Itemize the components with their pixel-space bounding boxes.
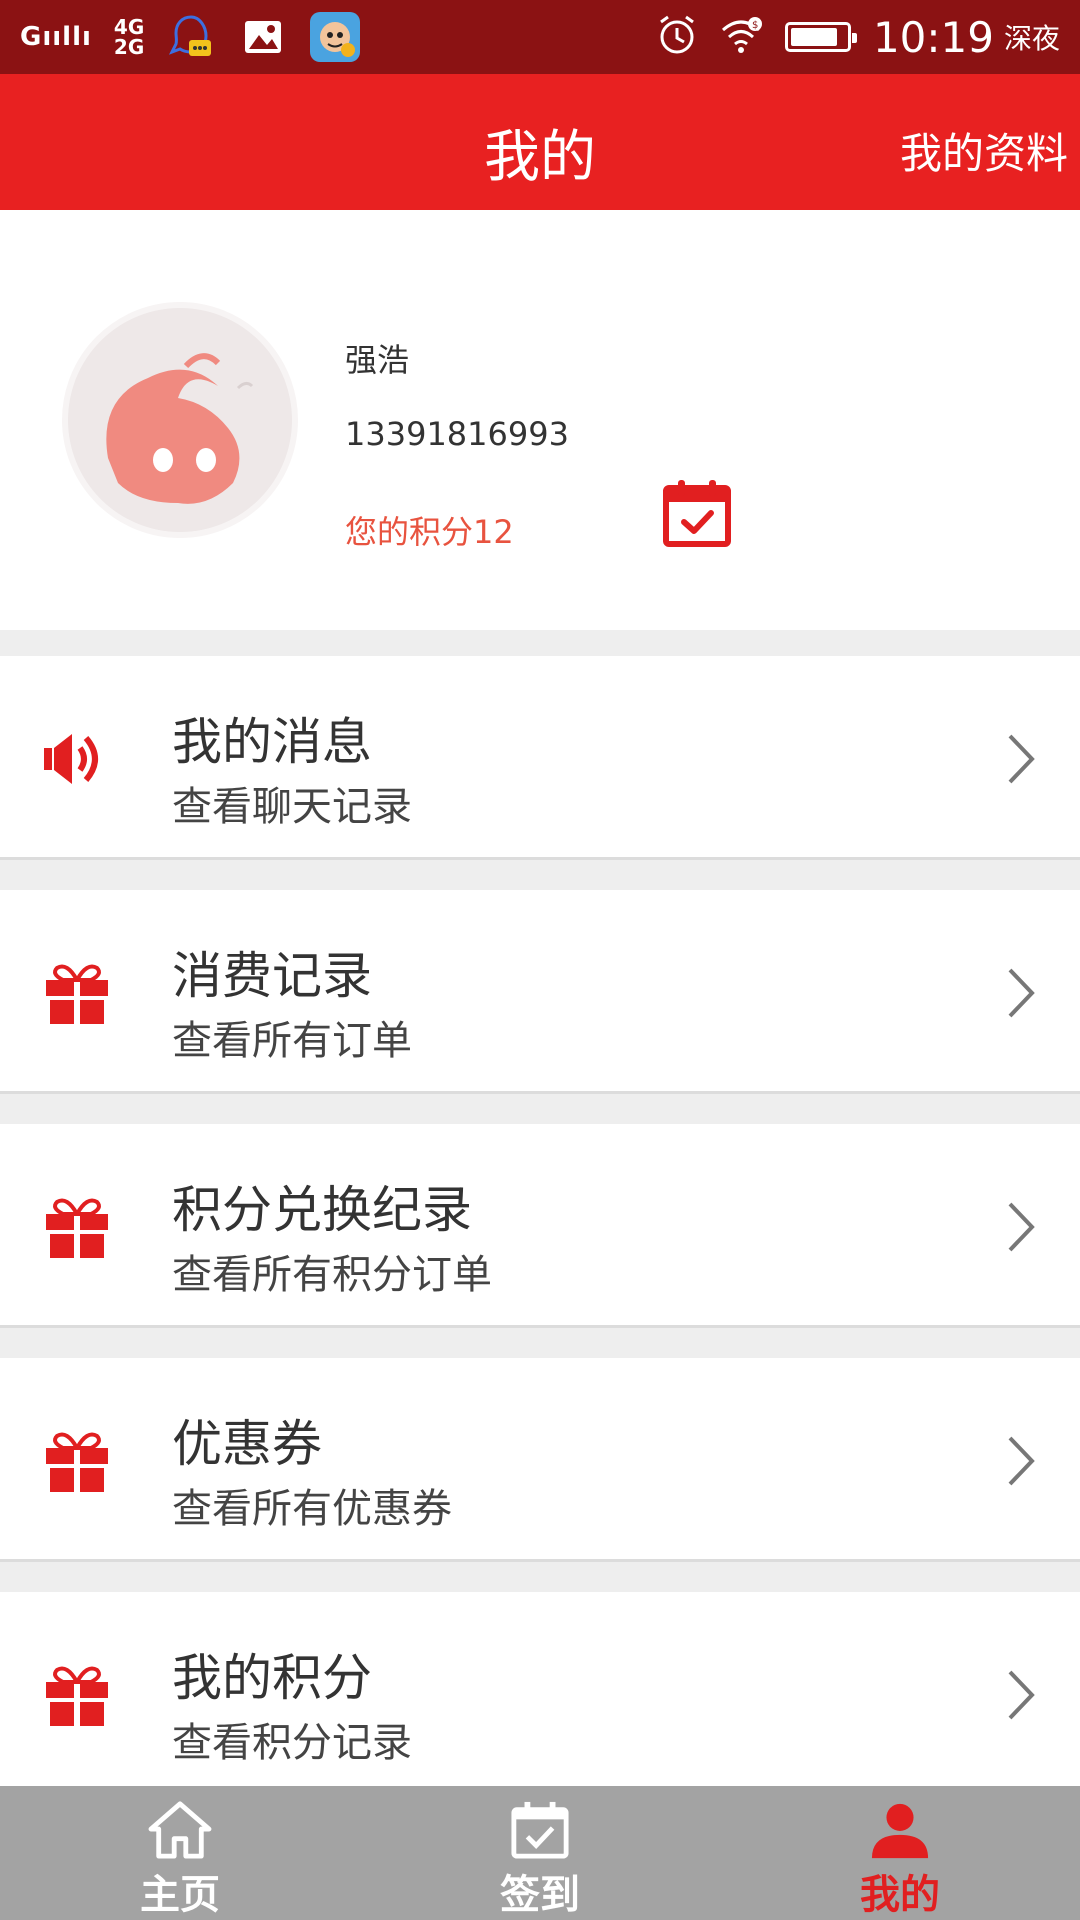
menu-item-subtitle: 查看所有订单 bbox=[172, 1018, 412, 1064]
menu-item-title: 我的积分 bbox=[172, 1649, 372, 1707]
network-indicator: 4G 2G bbox=[114, 17, 144, 57]
my-profile-link[interactable]: 我的资料 bbox=[900, 120, 1068, 181]
tab-label: 主页 bbox=[140, 1872, 220, 1918]
night-label: 深夜 bbox=[1003, 22, 1060, 55]
menu-item-points-exchange[interactable]: 积分兑换纪录 查看所有积分订单 bbox=[0, 1124, 1080, 1328]
avatar-mascot-icon bbox=[68, 308, 292, 532]
status-bar-right: $ 10:19 深夜 bbox=[657, 13, 1060, 62]
gift-icon bbox=[44, 1428, 110, 1494]
image-notification-icon bbox=[238, 12, 288, 62]
chevron-right-icon bbox=[1006, 1434, 1036, 1488]
wifi-icon: $ bbox=[719, 16, 763, 58]
person-icon bbox=[871, 1803, 929, 1859]
status-bar-left: Gııllı 4G 2G bbox=[20, 12, 361, 62]
tab-mine[interactable]: 我的 bbox=[720, 1786, 1080, 1920]
menu-item-coupons[interactable]: 优惠券 查看所有优惠券 bbox=[0, 1358, 1080, 1562]
user-points: 您的积分12 bbox=[345, 513, 514, 551]
chevron-right-icon bbox=[1006, 1668, 1036, 1722]
game-notification-icon bbox=[310, 12, 361, 62]
tab-label: 我的 bbox=[860, 1872, 940, 1918]
menu-item-my-points[interactable]: 我的积分 查看积分记录 bbox=[0, 1592, 1080, 1796]
battery-icon bbox=[784, 22, 857, 52]
menu-item-title: 消费记录 bbox=[172, 947, 372, 1005]
alarm-icon bbox=[657, 14, 697, 60]
chevron-right-icon bbox=[1006, 1200, 1036, 1254]
profile-card: 强浩 13391816993 您的积分12 bbox=[0, 210, 1080, 630]
speaker-icon bbox=[44, 726, 110, 792]
tab-label: 签到 bbox=[500, 1872, 580, 1918]
user-name: 强浩 bbox=[345, 341, 410, 379]
gift-icon bbox=[44, 1662, 110, 1728]
checkin-calendar-icon[interactable] bbox=[662, 478, 732, 548]
tab-checkin[interactable]: 签到 bbox=[360, 1786, 720, 1920]
chat-notification-icon bbox=[166, 12, 216, 62]
status-bar: Gııllı 4G 2G $ 10:19 深夜 bbox=[0, 0, 1080, 74]
chevron-right-icon bbox=[1006, 732, 1036, 786]
menu-item-title: 积分兑换纪录 bbox=[172, 1181, 472, 1239]
chevron-right-icon bbox=[1006, 966, 1036, 1020]
checkin-icon bbox=[511, 1801, 569, 1859]
home-icon bbox=[148, 1801, 212, 1859]
gift-icon bbox=[44, 960, 110, 1026]
menu-item-subtitle: 查看所有积分订单 bbox=[172, 1252, 492, 1298]
menu-item-messages[interactable]: 我的消息 查看聊天记录 bbox=[0, 656, 1080, 860]
tab-home[interactable]: 主页 bbox=[0, 1786, 360, 1920]
app-bar: 我的 我的资料 bbox=[0, 74, 1080, 210]
user-phone: 13391816993 bbox=[345, 415, 569, 453]
menu-item-title: 优惠券 bbox=[172, 1415, 322, 1473]
signal-indicator: Gııllı bbox=[20, 22, 92, 52]
gift-icon bbox=[44, 1194, 110, 1260]
menu-item-title: 我的消息 bbox=[172, 713, 372, 771]
avatar[interactable] bbox=[62, 302, 298, 538]
net-2g-label: 2G bbox=[113, 35, 145, 59]
clock-time: 10:19 bbox=[872, 12, 994, 62]
menu-item-subtitle: 查看聊天记录 bbox=[172, 784, 412, 830]
svg-text:$: $ bbox=[752, 20, 758, 31]
menu-item-purchase-records[interactable]: 消费记录 查看所有订单 bbox=[0, 890, 1080, 1094]
bottom-nav: 主页 签到 我的 bbox=[0, 1786, 1080, 1920]
menu-item-subtitle: 查看所有优惠券 bbox=[172, 1486, 452, 1532]
menu-item-subtitle: 查看积分记录 bbox=[172, 1720, 412, 1766]
battery-level bbox=[790, 28, 837, 46]
